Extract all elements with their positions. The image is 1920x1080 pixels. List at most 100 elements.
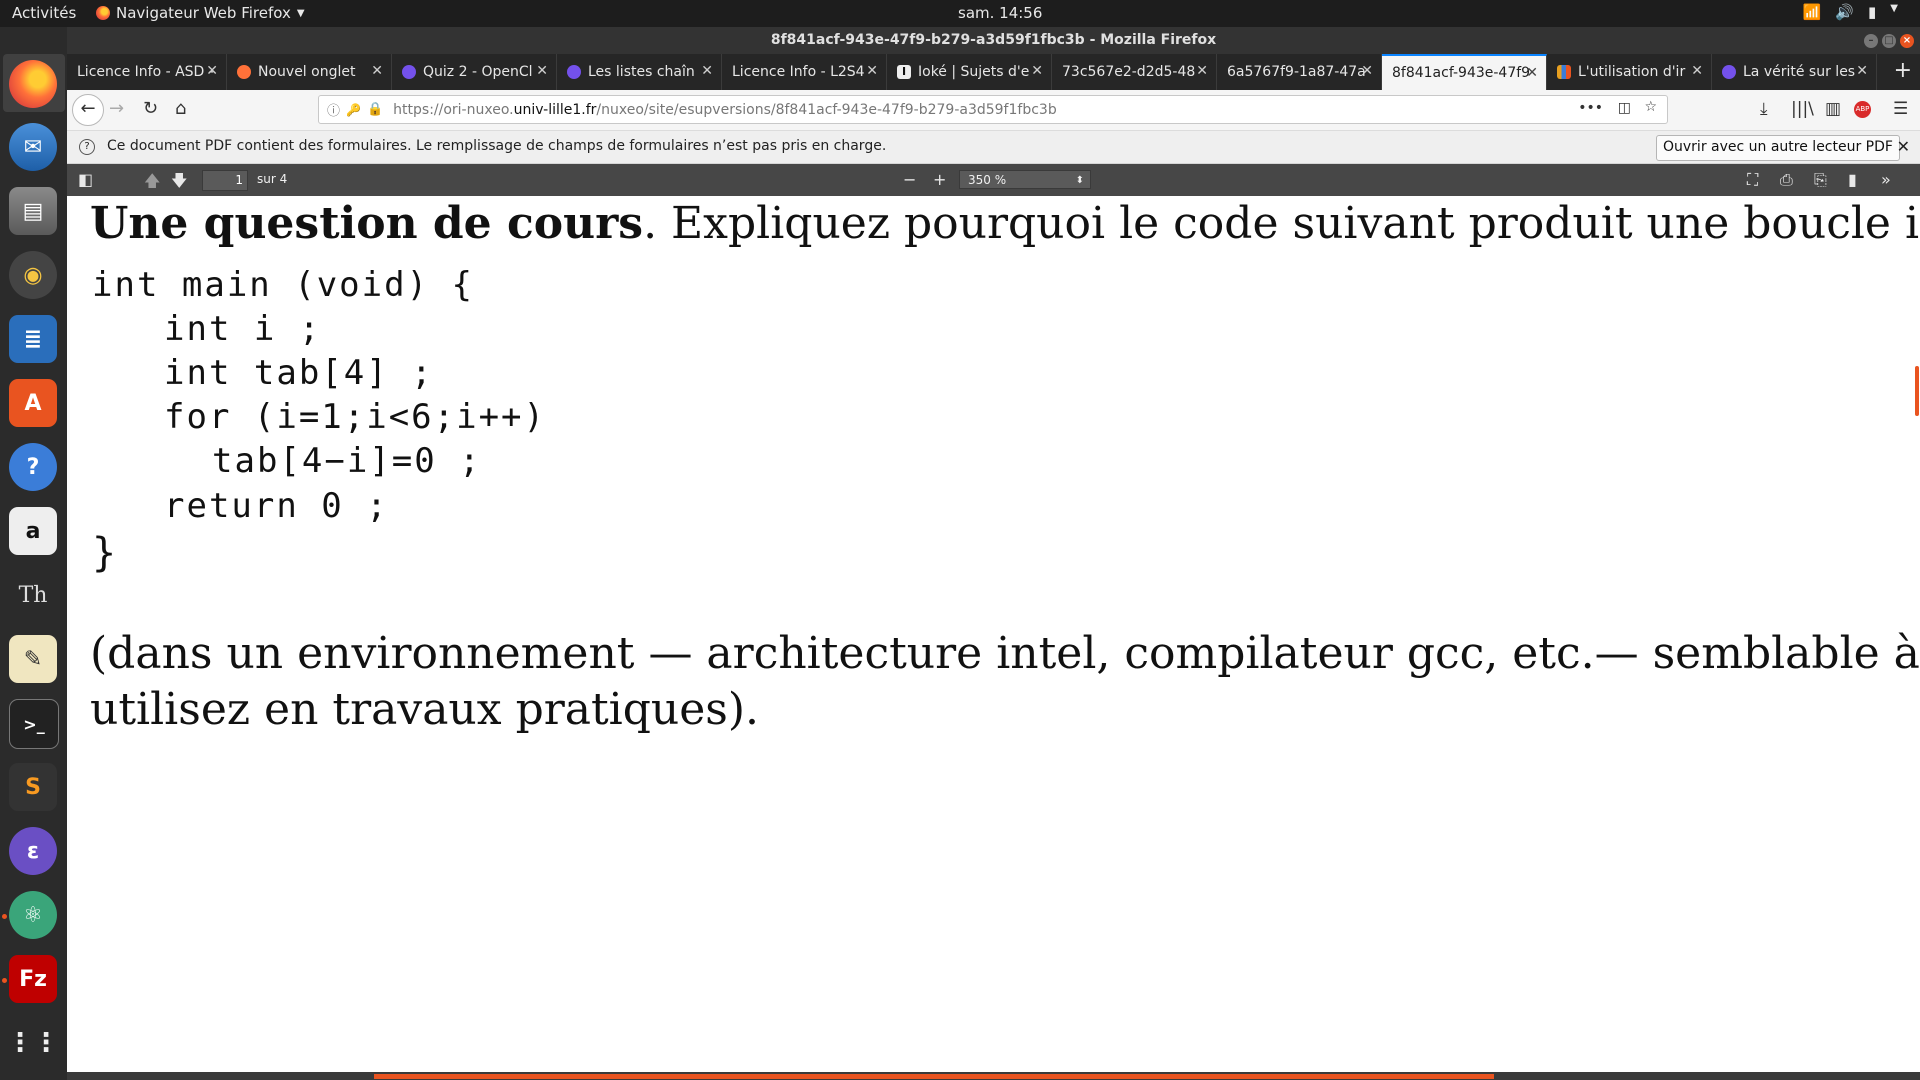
ioke-icon: I: [897, 65, 911, 79]
firefox-window: 8f841acf-943e-47f9-b279-a3d59f1fbc3b - M…: [67, 27, 1920, 1080]
atom-dock-icon[interactable]: ⚛: [9, 891, 57, 939]
forward-button[interactable]: →: [109, 98, 124, 119]
close-tab-icon[interactable]: ✕: [1856, 63, 1868, 79]
bookmark-star-icon[interactable]: ☆: [1644, 99, 1657, 115]
filezilla-dock-icon[interactable]: Fz: [9, 955, 57, 1003]
horizontal-scrollbar-thumb[interactable]: [374, 1074, 1494, 1079]
new-tab-button[interactable]: +: [1894, 58, 1912, 83]
hamburger-menu-icon[interactable]: ☰: [1893, 99, 1908, 119]
sidebar-icon[interactable]: ▥: [1825, 99, 1841, 119]
app-menu[interactable]: Navigateur Web Firefox ▼: [96, 4, 305, 22]
text-editor-dock-icon[interactable]: ✎: [9, 635, 57, 683]
zoom-select[interactable]: 350 % ⬍: [959, 170, 1091, 189]
writer-dock-icon[interactable]: ≣: [9, 315, 57, 363]
print-icon[interactable]: ⎙: [1780, 170, 1793, 190]
adblock-icon[interactable]: ABP: [1854, 101, 1871, 118]
presentation-mode-icon[interactable]: ⛶: [1747, 170, 1758, 190]
openclassrooms-icon: [567, 65, 581, 79]
code-line: tab[4−i]=0 ;: [212, 441, 482, 481]
close-tab-icon[interactable]: ✕: [1196, 63, 1208, 79]
tab-3[interactable]: Les listes chaîn ✕: [557, 54, 722, 90]
reload-button[interactable]: ↻: [143, 98, 158, 119]
firefox-icon: [96, 6, 110, 20]
fonts-dock-icon[interactable]: Th: [9, 571, 57, 619]
zoom-in-icon[interactable]: +: [933, 170, 946, 189]
tab-10[interactable]: La vérité sur les ✕: [1712, 54, 1877, 90]
chevron-down-icon: ▼: [296, 7, 305, 19]
code-line: }: [92, 530, 119, 576]
save-icon[interactable]: ⎘: [1814, 170, 1827, 190]
close-tab-icon[interactable]: ✕: [1361, 63, 1373, 79]
lock-icon[interactable]: 🔒: [367, 102, 383, 117]
library-icon[interactable]: |||\: [1791, 99, 1814, 119]
clock[interactable]: sam. 14:56: [958, 4, 1042, 22]
page-actions-icon[interactable]: •••: [1578, 100, 1603, 116]
emacs-dock-icon[interactable]: ε: [9, 827, 57, 875]
terminal-dock-icon[interactable]: >_: [9, 699, 59, 749]
tab-7[interactable]: 6a5767f9-1a87-47a ✕: [1217, 54, 1382, 90]
toggle-sidebar-icon[interactable]: ◧: [78, 170, 93, 189]
pdf-toolbar: ◧ 🡅 🡇 1 sur 4 − + 350 % ⬍ ⛶ ⎙ ⎘ ▮ »: [67, 164, 1920, 196]
tab-label: 6a5767f9-1a87-47a: [1227, 64, 1366, 80]
close-tab-icon[interactable]: ✕: [206, 63, 218, 79]
back-button[interactable]: ←: [72, 94, 104, 126]
tab-4[interactable]: Licence Info - L2S4 ✕: [722, 54, 887, 90]
paragraph-line: utilisez en travaux pratiques).: [90, 684, 760, 735]
rhythmbox-dock-icon[interactable]: ◉: [9, 251, 57, 299]
tab-9[interactable]: L'utilisation d'ir ✕: [1547, 54, 1712, 90]
close-tab-icon[interactable]: ✕: [1691, 63, 1703, 79]
next-page-icon[interactable]: 🡇: [171, 170, 187, 197]
tab-0[interactable]: Licence Info - ASD - ✕: [67, 54, 227, 90]
close-notification-icon[interactable]: ✕: [1897, 137, 1910, 156]
amazon-dock-icon[interactable]: a: [9, 507, 57, 555]
close-tab-icon[interactable]: ✕: [1031, 63, 1043, 79]
open-with-other-pdf-reader-button[interactable]: Ouvrir avec un autre lecteur PDF: [1656, 135, 1900, 161]
permissions-icon[interactable]: 🔑: [346, 103, 361, 117]
chart-icon: [1557, 65, 1571, 79]
firefox-dock-icon[interactable]: [9, 60, 57, 108]
close-tab-icon[interactable]: ✕: [866, 63, 878, 79]
tab-5[interactable]: I Ioké | Sujets d'e ✕: [887, 54, 1052, 90]
pdf-viewport[interactable]: Une question de cours. Expliquez pourquo…: [67, 196, 1920, 1080]
vertical-scrollbar-thumb[interactable]: [1915, 366, 1919, 416]
tab-6[interactable]: 73c567e2-d2d5-48 ✕: [1052, 54, 1217, 90]
close-tab-icon[interactable]: ✕: [536, 63, 548, 79]
files-dock-icon[interactable]: ▤: [9, 187, 57, 235]
horizontal-scrollbar[interactable]: [67, 1072, 1920, 1080]
openclassrooms-icon: [402, 65, 416, 79]
system-tray[interactable]: 📶 🔊 ▮ ▼: [1803, 3, 1898, 21]
page-number-input[interactable]: 1: [202, 170, 248, 191]
close-tab-icon[interactable]: ✕: [701, 63, 713, 79]
thunderbird-dock-icon[interactable]: ✉: [9, 123, 57, 171]
url-bar[interactable]: ⓘ 🔑 🔒 https://ori-nuxeo. univ-lille1.fr/n…: [318, 95, 1668, 124]
zoom-out-icon[interactable]: −: [903, 170, 916, 189]
close-window-button[interactable]: ×: [1900, 34, 1914, 48]
close-tab-icon[interactable]: ✕: [371, 63, 383, 79]
tab-2[interactable]: Quiz 2 - OpenCl ✕: [392, 54, 557, 90]
previous-page-icon[interactable]: 🡅: [144, 170, 160, 197]
maximize-button[interactable]: □: [1882, 34, 1896, 48]
code-line: int i ;: [164, 309, 322, 349]
code-line: int tab[4] ;: [164, 353, 434, 393]
activities-button[interactable]: Activités: [12, 4, 76, 22]
running-indicator: [2, 914, 7, 919]
minimize-button[interactable]: –: [1864, 34, 1878, 48]
pocket-icon[interactable]: ◫: [1618, 100, 1631, 116]
gnome-top-bar: Activités Navigateur Web Firefox ▼ sam. …: [0, 0, 1920, 27]
paragraph-line: (dans un environnement — architecture in…: [90, 628, 1920, 679]
battery-icon: ▮: [1868, 3, 1877, 21]
show-applications-icon[interactable]: ⋮⋮: [7, 1019, 59, 1067]
close-tab-icon[interactable]: ✕: [1526, 65, 1538, 81]
openclassrooms-icon: [1722, 65, 1736, 79]
ubuntu-dock: ✉ ▤ ◉ ≣ A ? a Th ✎ >_ S ε ⚛ Fz ⋮⋮: [0, 27, 68, 1080]
bookmark-icon[interactable]: ▮: [1848, 170, 1857, 189]
downloads-icon[interactable]: ⤓: [1760, 99, 1768, 119]
tools-menu-icon[interactable]: »: [1881, 170, 1891, 189]
tab-1[interactable]: Nouvel onglet ✕: [227, 54, 392, 90]
software-center-dock-icon[interactable]: A: [9, 379, 57, 427]
help-dock-icon[interactable]: ?: [9, 443, 57, 491]
info-icon[interactable]: ⓘ: [327, 100, 340, 119]
sublime-text-dock-icon[interactable]: S: [9, 763, 57, 811]
tab-8-active[interactable]: 8f841acf-943e-47f9 ✕: [1382, 54, 1547, 90]
home-button[interactable]: ⌂: [175, 98, 186, 119]
